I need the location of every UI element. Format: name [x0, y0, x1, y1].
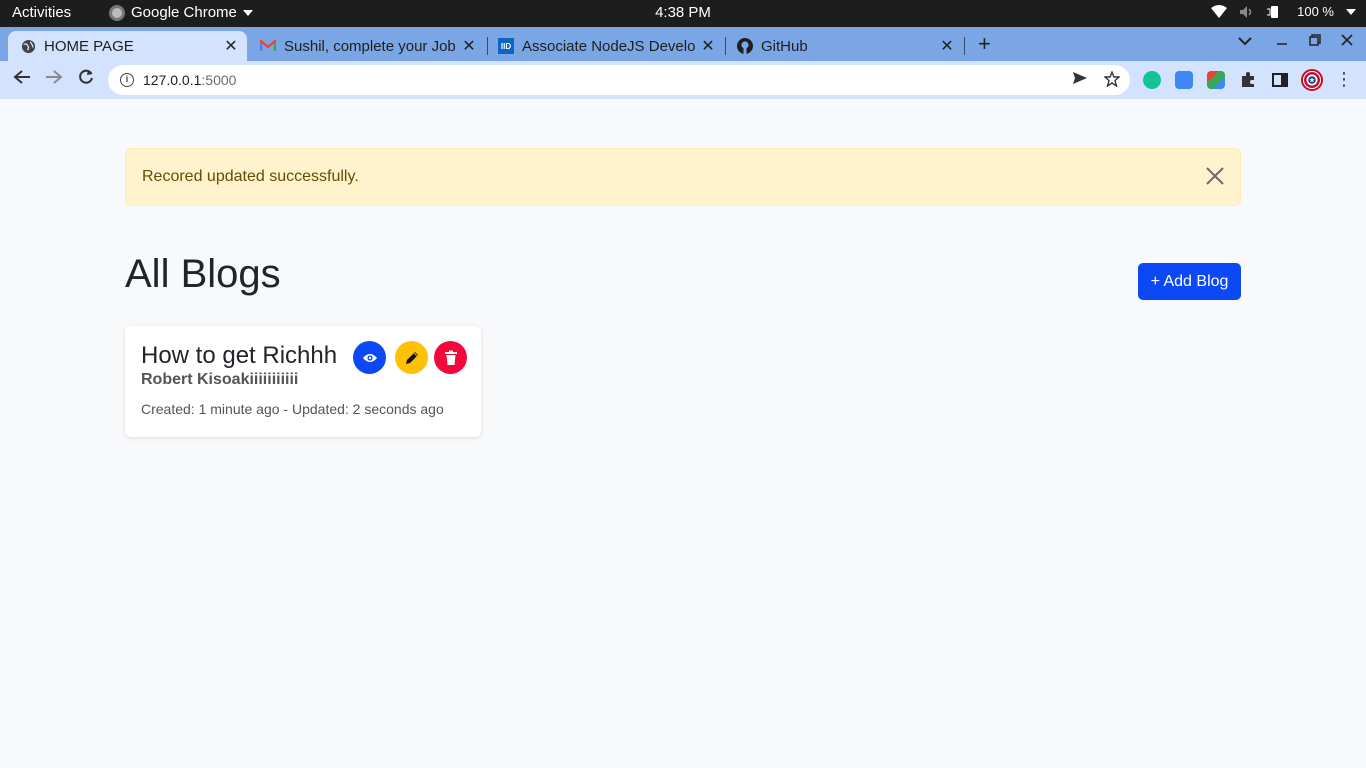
tab-strip: HOME PAGE ✕ Sushil, complete your Job ✕ …	[0, 27, 1366, 61]
tab-title: Associate NodeJS Develo	[522, 37, 696, 55]
alert-message: Recored updated successfully.	[142, 168, 359, 185]
delete-blog-button[interactable]	[434, 341, 467, 374]
wifi-icon	[1211, 4, 1228, 18]
color-picker-extension-icon[interactable]	[1207, 71, 1225, 89]
tab-search-chevron-icon[interactable]	[1238, 33, 1252, 49]
edit-blog-button[interactable]	[395, 341, 428, 374]
blog-author: Robert Kisoakiiiiiiiiiii	[141, 371, 299, 388]
tab-gmail[interactable]: Sushil, complete your Job ✕	[248, 31, 485, 61]
tab-github[interactable]: GitHub ✕	[725, 31, 963, 61]
view-blog-button[interactable]	[353, 341, 386, 374]
tab-home-page[interactable]: HOME PAGE ✕	[8, 31, 247, 61]
system-tray[interactable]: 100 %	[1211, 4, 1356, 19]
clock[interactable]: 4:38 PM	[0, 4, 1366, 21]
close-icon[interactable]: ✕	[698, 36, 718, 56]
gmail-icon	[260, 38, 276, 54]
blog-title: How to get Richhh	[141, 342, 338, 369]
close-icon[interactable]: ✕	[221, 36, 241, 56]
grammarly-extension-icon[interactable]	[1143, 71, 1161, 89]
github-icon	[737, 38, 753, 54]
window-close-icon[interactable]	[1341, 33, 1353, 49]
blog-timestamps: Created: 1 minute ago - Updated: 2 secon…	[141, 401, 444, 417]
success-alert: Recored updated successfully.	[125, 148, 1241, 206]
eye-icon	[362, 353, 377, 362]
chevron-down-icon	[1346, 8, 1356, 15]
tab-title: GitHub	[761, 37, 808, 55]
battery-icon	[1267, 5, 1279, 18]
close-icon[interactable]: ✕	[937, 36, 957, 56]
tab-separator	[964, 37, 965, 55]
add-blog-button[interactable]: + Add Blog	[1138, 263, 1241, 300]
trash-icon	[444, 350, 457, 365]
puzzle-extensions-icon[interactable]	[1239, 71, 1257, 89]
blog-card: How to get Richhh Robert Kisoakiiiiiiiii…	[125, 326, 481, 437]
close-icon[interactable]: ✕	[459, 36, 479, 56]
back-arrow-icon[interactable]	[11, 69, 33, 90]
url-host: 127.0.0.1	[143, 72, 202, 88]
iide-icon: IID	[498, 38, 514, 54]
close-icon[interactable]	[1204, 165, 1226, 187]
battery-percent: 100 %	[1297, 4, 1334, 19]
new-tab-button[interactable]: +	[978, 31, 991, 57]
minimize-icon[interactable]	[1276, 33, 1288, 49]
os-top-bar: Activities Google Chrome 4:38 PM 100 %	[0, 0, 1366, 27]
bookmark-star-icon[interactable]	[1104, 71, 1120, 87]
reload-icon[interactable]	[75, 69, 97, 90]
translate-extension-icon[interactable]	[1175, 71, 1193, 89]
side-panel-icon[interactable]	[1271, 71, 1289, 89]
browser-toolbar: i 127.0.0.1:5000 ⋮	[0, 61, 1366, 99]
url-text[interactable]: 127.0.0.1:5000	[143, 72, 236, 88]
volume-icon	[1240, 5, 1252, 18]
tab-title: HOME PAGE	[44, 37, 134, 55]
address-bar[interactable]: i 127.0.0.1:5000	[108, 65, 1130, 95]
pencil-icon	[405, 351, 418, 364]
page-title: All Blogs	[125, 252, 281, 296]
forward-arrow-icon[interactable]	[43, 69, 65, 90]
tab-associate-nodejs[interactable]: IID Associate NodeJS Develo ✕	[486, 31, 724, 61]
restore-icon[interactable]	[1309, 33, 1321, 49]
globe-icon	[20, 38, 36, 54]
url-port: :5000	[201, 72, 237, 88]
site-info-icon[interactable]: i	[120, 73, 134, 87]
page-content: Recored updated successfully. All Blogs …	[0, 99, 1366, 768]
tab-title: Sushil, complete your Job	[284, 37, 456, 55]
chrome-menu-icon[interactable]: ⋮	[1335, 70, 1353, 89]
profile-avatar-icon[interactable]	[1301, 69, 1323, 91]
send-tab-icon[interactable]	[1072, 71, 1088, 85]
